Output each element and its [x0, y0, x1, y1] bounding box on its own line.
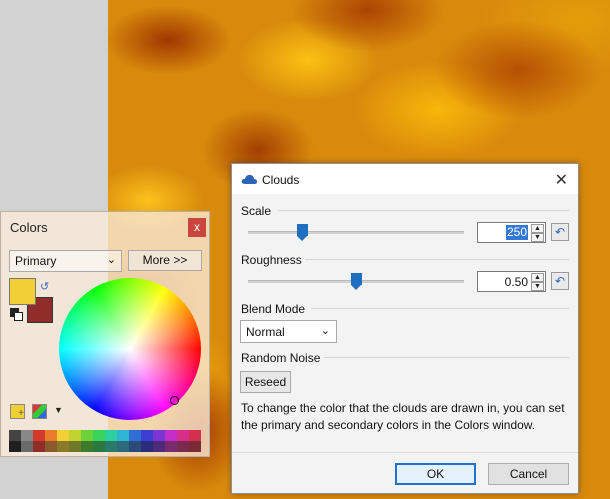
roughness-value[interactable]: 0.50: [505, 275, 528, 289]
palette-swatch[interactable]: [117, 441, 129, 452]
swap-colors-icon[interactable]: ↺: [40, 280, 49, 293]
colors-titlebar[interactable]: Colors x: [1, 212, 209, 242]
roughness-reset-button[interactable]: ↶: [551, 272, 569, 290]
palette-swatch[interactable]: [177, 430, 189, 441]
spin-down-icon[interactable]: ▼: [531, 282, 544, 291]
primary-color-swatch[interactable]: [9, 278, 36, 305]
chevron-down-icon: ⌄: [106, 254, 116, 266]
scale-value[interactable]: 250: [505, 225, 528, 240]
palette-swatch[interactable]: [165, 441, 177, 452]
dialog-title: Clouds: [262, 173, 300, 187]
color-mode-value: Primary: [15, 254, 57, 268]
palette-swatch[interactable]: [105, 441, 117, 452]
divider: [232, 452, 578, 453]
palette-swatch[interactable]: [9, 430, 21, 441]
close-icon[interactable]: x: [188, 218, 206, 237]
scale-reset-button[interactable]: ↶: [551, 223, 569, 241]
reseed-button[interactable]: Reseed: [240, 371, 291, 393]
colors-title: Colors: [10, 220, 48, 235]
clouds-dialog: Clouds ✕ Scale 250 ▲ ▼ ↶ Roughness 0.50 …: [231, 163, 579, 494]
scale-label: Scale: [241, 204, 272, 218]
spin-up-icon[interactable]: ▲: [531, 273, 544, 282]
palette-icon[interactable]: [32, 404, 47, 419]
divider: [311, 308, 569, 309]
palette-swatch[interactable]: [141, 441, 153, 452]
clouds-titlebar[interactable]: Clouds ✕: [232, 164, 578, 194]
palette-swatch[interactable]: [33, 430, 45, 441]
chevron-down-icon: ⌄: [320, 325, 330, 337]
palette-swatch[interactable]: [69, 441, 81, 452]
reset-colors-icon[interactable]: [10, 308, 24, 322]
palette-swatch[interactable]: [93, 430, 105, 441]
blend-mode-label: Blend Mode: [241, 302, 306, 316]
cloud-icon: [241, 174, 258, 184]
roughness-slider-thumb[interactable]: [350, 273, 362, 290]
palette-swatch[interactable]: [69, 430, 81, 441]
spin-up-icon[interactable]: ▲: [531, 224, 544, 233]
color-wheel-marker[interactable]: [170, 396, 179, 405]
scale-slider-thumb[interactable]: [296, 224, 308, 241]
palette-swatch[interactable]: [81, 430, 93, 441]
palette-swatch[interactable]: [81, 441, 93, 452]
roughness-spinbox[interactable]: 0.50 ▲ ▼: [477, 271, 546, 292]
spin-down-icon[interactable]: ▼: [531, 233, 544, 242]
palette-swatch[interactable]: [21, 430, 33, 441]
divider: [278, 210, 569, 211]
colors-window: Colors x Primary ⌄ More >> ↺ + ▼: [0, 211, 210, 457]
palette-swatch[interactable]: [105, 430, 117, 441]
blend-mode-select[interactable]: Normal ⌄: [240, 320, 337, 343]
add-color-icon[interactable]: +: [10, 404, 25, 419]
palette-swatch[interactable]: [117, 430, 129, 441]
palette-swatch[interactable]: [93, 441, 105, 452]
palette-swatch[interactable]: [21, 441, 33, 452]
palette-swatch[interactable]: [45, 430, 57, 441]
palette-swatch[interactable]: [9, 441, 21, 452]
palette-swatch[interactable]: [129, 430, 141, 441]
scale-spinbox[interactable]: 250 ▲ ▼: [477, 222, 546, 243]
palette-swatch[interactable]: [129, 441, 141, 452]
color-palette: [9, 430, 201, 452]
chevron-down-icon[interactable]: ▼: [54, 405, 63, 415]
palette-swatch[interactable]: [153, 441, 165, 452]
palette-swatch[interactable]: [45, 441, 57, 452]
ok-button[interactable]: OK: [395, 463, 476, 485]
divider: [305, 259, 569, 260]
palette-swatch[interactable]: [153, 430, 165, 441]
palette-swatch[interactable]: [189, 430, 201, 441]
divider: [324, 357, 569, 358]
color-mode-select[interactable]: Primary ⌄: [9, 250, 122, 272]
random-noise-label: Random Noise: [241, 351, 321, 365]
palette-swatch[interactable]: [141, 430, 153, 441]
cancel-button[interactable]: Cancel: [488, 463, 569, 485]
more-button[interactable]: More >>: [128, 250, 202, 271]
palette-swatch[interactable]: [57, 430, 69, 441]
help-text: To change the color that the clouds are …: [241, 401, 565, 432]
palette-swatch[interactable]: [177, 441, 189, 452]
palette-swatch[interactable]: [33, 441, 45, 452]
color-wheel[interactable]: [59, 278, 201, 420]
roughness-label: Roughness: [241, 253, 302, 267]
blend-mode-value: Normal: [246, 325, 285, 339]
palette-swatch[interactable]: [189, 441, 201, 452]
palette-swatch[interactable]: [57, 441, 69, 452]
scale-slider-track[interactable]: [248, 231, 464, 234]
palette-swatch[interactable]: [165, 430, 177, 441]
close-icon[interactable]: ✕: [555, 170, 568, 190]
